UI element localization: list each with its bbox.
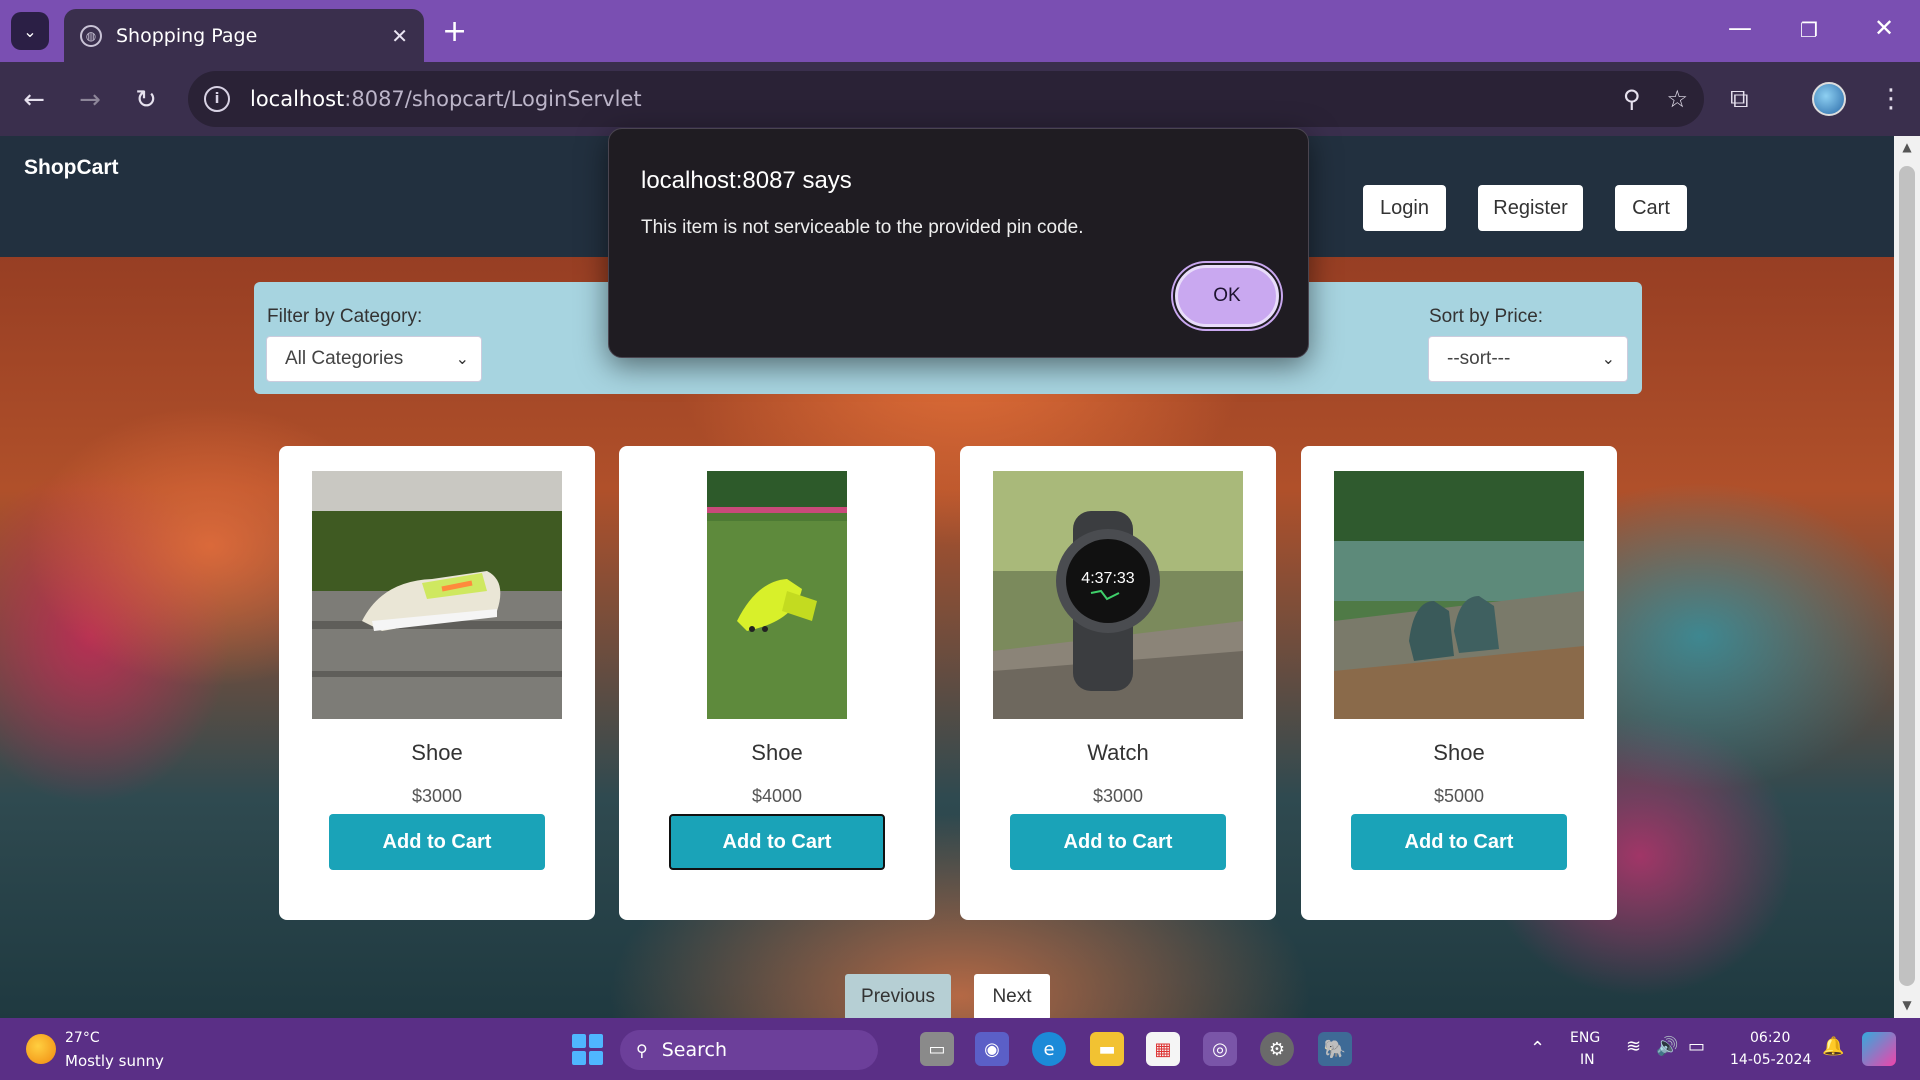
globe-icon: ◍ — [80, 24, 102, 47]
url-text[interactable]: localhost:8087/shopcart/LoginServlet — [250, 87, 1597, 111]
meet-icon[interactable]: ◉ — [975, 1032, 1009, 1066]
settings-gear-icon[interactable]: ⚙ — [1260, 1032, 1294, 1066]
register-button[interactable]: Register — [1478, 185, 1583, 231]
product-name: Shoe — [1433, 740, 1485, 765]
category-select-value: All Categories — [285, 348, 404, 369]
tab-search-button[interactable]: ⌄ — [11, 12, 49, 50]
url-host: localhost — [250, 87, 345, 111]
dialog-message: This item is not serviceable to the prov… — [641, 217, 1084, 238]
sort-select[interactable]: --sort--- ⌄ — [1428, 336, 1628, 382]
bookmark-star-icon[interactable]: ☆ — [1666, 85, 1688, 113]
next-button[interactable]: Next — [974, 974, 1050, 1018]
menu-icon[interactable]: ⋮ — [1878, 84, 1904, 114]
clock-time[interactable]: 06:20 — [1750, 1030, 1790, 1046]
edge-icon[interactable]: e — [1032, 1032, 1066, 1066]
taskbar-search[interactable]: ⚲ Search — [620, 1030, 878, 1070]
sort-select-value: --sort--- — [1447, 348, 1511, 369]
dialog-ok-button[interactable]: OK — [1173, 263, 1281, 329]
restore-icon[interactable]: ❐ — [1800, 18, 1818, 42]
tab-title: Shopping Page — [116, 24, 258, 47]
close-window-icon[interactable]: ✕ — [1874, 14, 1894, 42]
profile-avatar[interactable] — [1812, 82, 1846, 116]
site-brand[interactable]: ShopCart — [24, 156, 119, 180]
chevron-down-icon: ⌄ — [455, 351, 469, 368]
extensions-icon[interactable]: ⧉ — [1730, 84, 1749, 115]
browser-tab-strip: ⌄ ◍ Shopping Page ✕ + — ❐ ✕ — [0, 0, 1920, 62]
forward-icon[interactable]: → — [70, 80, 110, 120]
scroll-up-icon[interactable]: ▲ — [1894, 140, 1920, 154]
scroll-down-icon[interactable]: ▼ — [1894, 998, 1920, 1012]
scroll-thumb[interactable] — [1899, 166, 1915, 986]
previous-button[interactable]: Previous — [845, 974, 951, 1018]
language-region[interactable]: IN — [1580, 1052, 1595, 1068]
product-image-shoe[interactable] — [1334, 471, 1584, 719]
cart-button[interactable]: Cart — [1615, 185, 1687, 231]
back-icon[interactable]: ← — [14, 80, 54, 120]
add-to-cart-button[interactable]: Add to Cart — [669, 814, 885, 870]
browser-toolbar: ← → ↻ i localhost:8087/shopcart/LoginSer… — [0, 62, 1920, 136]
add-to-cart-button[interactable]: Add to Cart — [1351, 814, 1567, 870]
product-price: $3000 — [1092, 786, 1144, 806]
product-card: Shoe $3000 Add to Cart — [279, 446, 595, 920]
alert-dialog: localhost:8087 says This item is not ser… — [608, 128, 1309, 358]
show-hidden-icons-icon[interactable]: ⌃ — [1530, 1038, 1545, 1059]
product-image-shoe[interactable] — [707, 471, 847, 719]
address-bar[interactable]: i localhost:8087/shopcart/LoginServlet ⚲… — [188, 71, 1704, 127]
file-explorer-icon[interactable]: ▬ — [1090, 1032, 1124, 1066]
task-view-icon[interactable]: ▭ — [920, 1032, 954, 1066]
language-code[interactable]: ENG — [1570, 1030, 1600, 1046]
sort-label: Sort by Price: — [1429, 306, 1544, 327]
product-name: Shoe — [751, 740, 803, 765]
category-select[interactable]: All Categories ⌄ — [266, 336, 482, 382]
reload-icon[interactable]: ↻ — [126, 80, 166, 120]
weather-description[interactable]: Mostly sunny — [65, 1052, 164, 1070]
product-card: Shoe $5000 Add to Cart — [1301, 446, 1617, 920]
weather-sun-icon[interactable] — [26, 1034, 56, 1064]
new-tab-button[interactable]: + — [442, 14, 467, 49]
tab-close-icon[interactable]: ✕ — [391, 24, 408, 48]
store-icon[interactable]: ▦ — [1146, 1032, 1180, 1066]
zoom-icon[interactable]: ⚲ — [1623, 85, 1641, 113]
add-to-cart-button[interactable]: Add to Cart — [1010, 814, 1226, 870]
taskbar-search-label: Search — [661, 1039, 727, 1061]
product-image-watch[interactable]: 4:37:33 — [993, 471, 1243, 719]
battery-icon[interactable]: ▭ — [1688, 1036, 1705, 1057]
copilot-icon[interactable] — [1862, 1032, 1896, 1066]
product-price: $3000 — [411, 786, 463, 806]
weather-temperature[interactable]: 27°C — [65, 1030, 100, 1046]
chevron-down-icon: ⌄ — [1601, 351, 1615, 368]
site-info-icon[interactable]: i — [204, 86, 230, 112]
tab-shopping-page[interactable]: ◍ Shopping Page ✕ — [64, 9, 424, 62]
product-name: Watch — [1087, 740, 1149, 765]
product-card: Shoe $4000 Add to Cart — [619, 446, 935, 920]
add-to-cart-button[interactable]: Add to Cart — [329, 814, 545, 870]
product-name: Shoe — [411, 740, 463, 765]
notification-bell-icon[interactable]: 🔔 — [1822, 1036, 1844, 1057]
product-card: 4:37:33 Watch $3000 Add to Cart — [960, 446, 1276, 920]
url-path: :8087/shopcart/LoginServlet — [344, 87, 642, 111]
windows-logo-icon — [571, 1033, 603, 1065]
start-button[interactable] — [570, 1032, 604, 1066]
dialog-title: localhost:8087 says — [641, 167, 852, 194]
minimize-icon[interactable]: — — [1728, 14, 1752, 42]
login-button[interactable]: Login — [1363, 185, 1446, 231]
page-scrollbar[interactable]: ▲ ▼ — [1894, 136, 1920, 1018]
chevron-down-icon: ⌄ — [23, 21, 37, 41]
watch-face-time: 4:37:33 — [1081, 570, 1134, 587]
postgres-icon[interactable]: 🐘 — [1318, 1032, 1352, 1066]
clock-date[interactable]: 14-05-2024 — [1730, 1052, 1811, 1068]
product-price: $5000 — [1433, 786, 1485, 806]
product-price: $4000 — [751, 786, 803, 806]
taskbar: 27°C Mostly sunny ⚲ Search ▭ ◉ e ▬ ▦ ◎ ⚙… — [0, 1018, 1920, 1080]
product-image-shoe[interactable] — [312, 471, 562, 719]
category-filter-label: Filter by Category: — [267, 306, 423, 327]
search-icon: ⚲ — [636, 1040, 648, 1060]
chrome-icon[interactable]: ◎ — [1203, 1032, 1237, 1066]
volume-icon[interactable]: 🔊 — [1656, 1036, 1678, 1057]
wifi-icon[interactable]: ≋ — [1626, 1036, 1641, 1057]
